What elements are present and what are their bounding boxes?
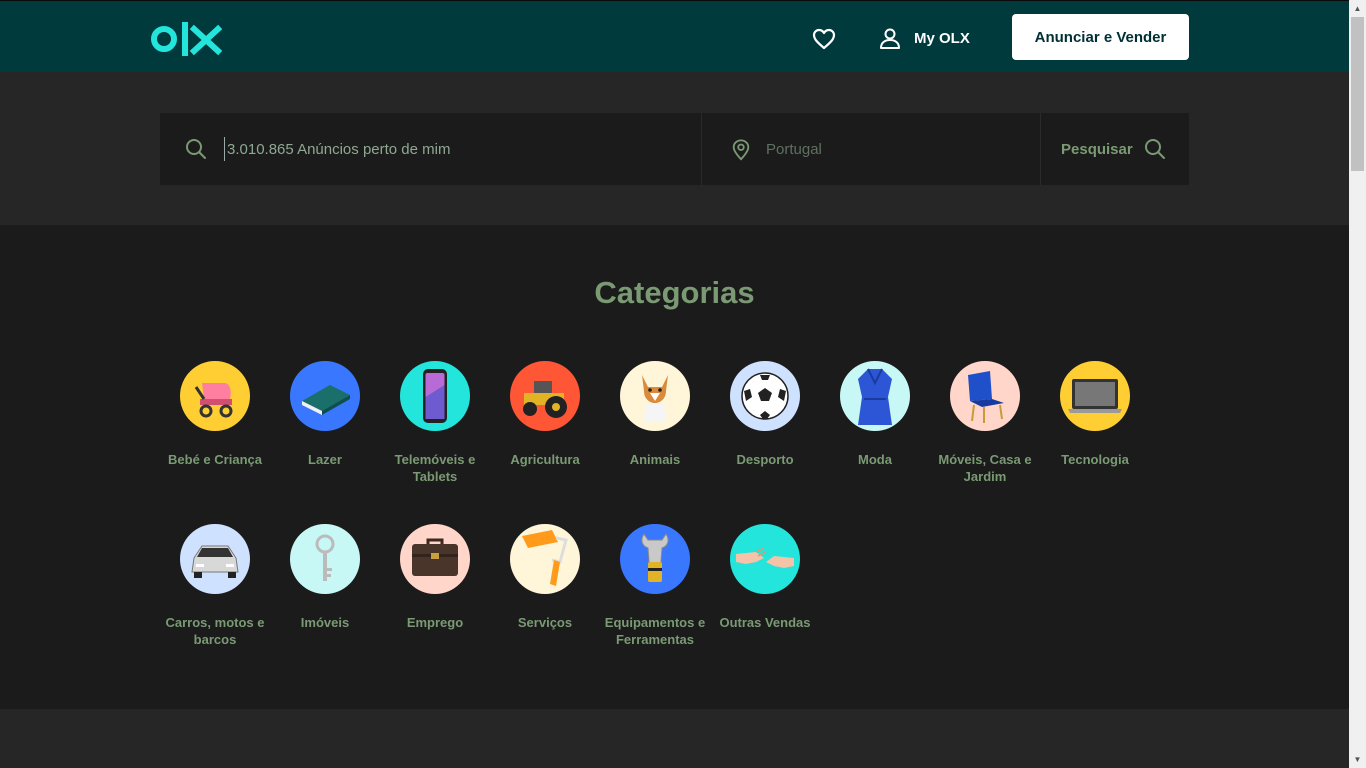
category-label: Equipamentos e Ferramentas bbox=[604, 615, 706, 647]
category-agriculture[interactable]: Agricultura bbox=[490, 361, 600, 468]
category-label: Emprego bbox=[406, 615, 464, 630]
briefcase-icon bbox=[400, 524, 470, 594]
favorites-heart-icon[interactable] bbox=[812, 28, 836, 50]
user-icon bbox=[880, 28, 900, 49]
categories-section: Categorias Bebé e Criança Lazer Telemóve… bbox=[0, 225, 1349, 709]
search-input[interactable] bbox=[224, 137, 677, 161]
search-section: Pesquisar bbox=[0, 72, 1349, 225]
category-label: Bebé e Criança bbox=[168, 452, 262, 467]
category-baby-kids[interactable]: Bebé e Criança bbox=[160, 361, 270, 468]
my-olx-label: My OLX bbox=[914, 29, 970, 47]
search-button-label: Pesquisar bbox=[1061, 140, 1133, 158]
search-bar: Pesquisar bbox=[160, 113, 1189, 185]
category-label: Animais bbox=[629, 452, 681, 467]
robe-icon bbox=[840, 361, 910, 431]
category-cars-motorbikes-boats[interactable]: Carros, motos e barcos bbox=[160, 524, 270, 648]
wrench-icon bbox=[620, 524, 690, 594]
category-jobs[interactable]: Emprego bbox=[380, 524, 490, 631]
category-services[interactable]: Serviços bbox=[490, 524, 600, 631]
category-real-estate[interactable]: Imóveis bbox=[270, 524, 380, 631]
laptop-icon bbox=[1060, 361, 1130, 431]
category-label: Agricultura bbox=[510, 452, 580, 467]
query-field-wrapper bbox=[160, 113, 702, 185]
my-olx-link[interactable]: My OLX bbox=[878, 26, 970, 50]
category-technology[interactable]: Tecnologia bbox=[1040, 361, 1150, 468]
page-scrollbar[interactable]: ▲ ▼ bbox=[1349, 0, 1366, 768]
category-label: Lazer bbox=[308, 452, 342, 467]
categories-title: Categorias bbox=[594, 275, 755, 310]
smartphone-icon bbox=[400, 361, 470, 431]
scroll-up-arrow-icon[interactable]: ▲ bbox=[1349, 0, 1366, 17]
category-furniture-home-garden[interactable]: Móveis, Casa e Jardim bbox=[930, 361, 1040, 485]
post-ad-button[interactable]: Anunciar e Vender bbox=[1012, 14, 1189, 60]
category-label: Tecnologia bbox=[1061, 452, 1129, 467]
category-label: Desporto bbox=[736, 452, 794, 467]
armchair-icon bbox=[950, 361, 1020, 431]
location-pin-icon bbox=[732, 139, 750, 161]
category-label: Serviços bbox=[517, 615, 573, 630]
category-label: Móveis, Casa e Jardim bbox=[938, 452, 1032, 484]
category-label: Carros, motos e barcos bbox=[165, 615, 265, 647]
scroll-down-arrow-icon[interactable]: ▼ bbox=[1349, 751, 1366, 768]
search-button-icon bbox=[1144, 139, 1165, 159]
category-leisure[interactable]: Lazer bbox=[270, 361, 380, 468]
olx-logo[interactable] bbox=[151, 20, 223, 58]
book-icon bbox=[290, 361, 360, 431]
category-label: Moda bbox=[858, 452, 892, 467]
category-sports[interactable]: Desporto bbox=[710, 361, 820, 468]
handshake-icon bbox=[730, 524, 800, 594]
category-label: Outras Vendas bbox=[719, 615, 811, 630]
category-other-sales[interactable]: Outras Vendas bbox=[710, 524, 820, 631]
category-label: Telemóveis e Tablets bbox=[394, 452, 476, 484]
key-icon bbox=[290, 524, 360, 594]
car-icon bbox=[180, 524, 250, 594]
stroller-icon bbox=[180, 361, 250, 431]
search-button[interactable]: Pesquisar bbox=[1041, 113, 1167, 185]
tractor-icon bbox=[510, 361, 580, 431]
location-input[interactable] bbox=[766, 137, 1016, 161]
category-label: Imóveis bbox=[300, 615, 350, 630]
category-animals[interactable]: Animais bbox=[600, 361, 710, 468]
search-icon bbox=[186, 139, 206, 159]
paint-roller-icon bbox=[510, 524, 580, 594]
category-fashion[interactable]: Moda bbox=[820, 361, 930, 468]
location-field-wrapper bbox=[702, 113, 1041, 185]
dog-icon bbox=[620, 361, 690, 431]
top-header: My OLX Anunciar e Vender bbox=[0, 0, 1349, 72]
football-icon bbox=[730, 361, 800, 431]
category-phones-tablets[interactable]: Telemóveis e Tablets bbox=[380, 361, 490, 485]
next-section bbox=[0, 709, 1349, 768]
category-equipment-tools[interactable]: Equipamentos e Ferramentas bbox=[600, 524, 710, 648]
scrollbar-thumb[interactable] bbox=[1351, 17, 1364, 171]
